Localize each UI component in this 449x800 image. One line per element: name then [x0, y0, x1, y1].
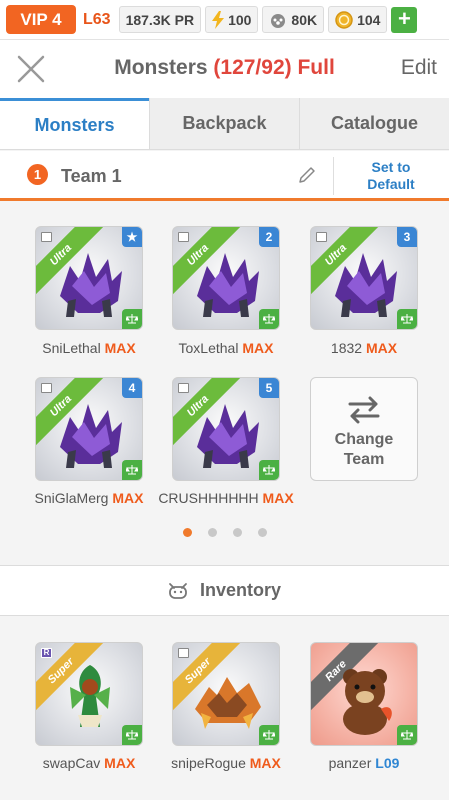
- plant-monster-icon: [70, 665, 110, 727]
- page-dot[interactable]: [182, 528, 192, 537]
- team-number-badge: 1: [27, 164, 48, 185]
- paw-icon: [269, 12, 287, 28]
- monster-level: MAX: [249, 755, 281, 771]
- tab-bar: Monsters Backpack Catalogue: [0, 98, 449, 150]
- page-dot[interactable]: [257, 528, 267, 537]
- monster-count: (127/92) Full: [213, 56, 335, 79]
- monster-name: swapCav: [42, 755, 101, 771]
- page-title-text: Monsters: [114, 56, 208, 79]
- change-team-line2: Team: [343, 451, 385, 468]
- change-team-line1: Change: [334, 431, 394, 448]
- monster-level: MAX: [262, 490, 294, 506]
- dragon-monster-icon: [60, 253, 122, 317]
- title-bar: Monsters (127/92) Full Edit: [0, 40, 449, 98]
- monster-label: SniLethal MAX: [14, 340, 164, 356]
- vip-badge[interactable]: VIP 4: [6, 5, 76, 34]
- change-team-button[interactable]: Change Team: [310, 377, 418, 481]
- coins-pill: 104: [328, 6, 388, 33]
- tab-backpack[interactable]: Backpack: [149, 98, 300, 149]
- fire-beast-icon: [195, 677, 261, 729]
- monster-level: L09: [375, 755, 400, 771]
- monster-name: SniLethal: [42, 340, 101, 356]
- monster-label: 1832 MAX: [289, 340, 439, 356]
- player-level: L63: [83, 10, 111, 28]
- divider: [333, 157, 334, 195]
- monster-name: 1832: [330, 340, 363, 356]
- status-bar: VIP 4 L63 187.3K PR 100 80K 104 +: [0, 0, 449, 40]
- scale-icon: [259, 309, 279, 329]
- monster-level: MAX: [104, 340, 136, 356]
- scale-icon: [122, 309, 142, 329]
- monster-card[interactable]: Ultra 4: [35, 377, 143, 481]
- inventory-label: snipeRogue MAX: [151, 755, 301, 771]
- dragon-monster-icon: [197, 253, 259, 317]
- team-bar: 1 Team 1 Set to Default: [0, 151, 449, 201]
- monster-level: MAX: [112, 490, 144, 506]
- inventory-card[interactable]: Super R: [35, 642, 143, 746]
- page-indicator: [0, 528, 449, 537]
- swap-arrows-icon: [348, 396, 380, 424]
- power-value: 187.3K PR: [125, 11, 195, 28]
- dragon-monster-icon: [335, 253, 397, 317]
- scale-icon: [397, 725, 417, 745]
- page-title: Monsters (127/92) Full: [0, 56, 449, 80]
- pencil-icon[interactable]: [297, 165, 317, 185]
- food-pill: 80K: [262, 6, 325, 33]
- bear-monster-icon: [343, 669, 392, 735]
- monster-level: MAX: [242, 340, 274, 356]
- coin-icon: [335, 10, 353, 29]
- food-value: 80K: [291, 11, 318, 28]
- lightning-icon: [212, 10, 225, 29]
- inventory-header: Inventory: [0, 566, 449, 616]
- scale-icon: [397, 309, 417, 329]
- edit-button[interactable]: Edit: [401, 56, 437, 80]
- page-dot[interactable]: [207, 528, 217, 537]
- inventory-title: Inventory: [199, 580, 282, 600]
- monster-name: SniGlaMerg: [34, 490, 109, 506]
- monster-label: CRUSHHHHHH MAX: [151, 490, 301, 506]
- energy-value: 100: [228, 11, 252, 28]
- scale-icon: [259, 460, 279, 480]
- monster-label: ToxLethal MAX: [151, 340, 301, 356]
- monster-card[interactable]: Ultra ★: [35, 226, 143, 330]
- tab-monsters[interactable]: Monsters: [0, 98, 149, 149]
- dragon-monster-icon: [60, 404, 122, 468]
- scale-icon: [122, 725, 142, 745]
- monster-level: MAX: [365, 340, 398, 356]
- change-team-label: Change Team: [311, 430, 417, 470]
- monster-level: MAX: [104, 755, 136, 771]
- add-currency-button[interactable]: +: [391, 6, 418, 33]
- monster-card[interactable]: Ultra 3: [310, 226, 418, 330]
- set-to-default-button[interactable]: Set to Default: [341, 159, 441, 193]
- set-to-default-line2: Default: [367, 176, 415, 192]
- monster-card[interactable]: Ultra 5: [172, 377, 280, 481]
- monster-name: panzer: [328, 755, 372, 771]
- tab-catalogue[interactable]: Catalogue: [300, 98, 449, 149]
- set-to-default-line1: Set to: [371, 159, 411, 175]
- monster-name: CRUSHHHHHH: [158, 490, 259, 506]
- inventory-card[interactable]: Rare: [310, 642, 418, 746]
- monster-card[interactable]: Ultra 2: [172, 226, 280, 330]
- monster-face-icon: [169, 582, 187, 599]
- monster-name: snipeRogue: [171, 755, 246, 771]
- monster-name: ToxLethal: [178, 340, 239, 356]
- energy-pill: 100: [205, 6, 259, 33]
- team-name: Team 1: [61, 166, 122, 186]
- scale-icon: [122, 460, 142, 480]
- coins-value: 104: [357, 11, 381, 28]
- dragon-monster-icon: [197, 404, 259, 468]
- scale-icon: [259, 725, 279, 745]
- inventory-label: swapCav MAX: [14, 755, 164, 771]
- inventory-card[interactable]: Super: [172, 642, 280, 746]
- page-dot[interactable]: [232, 528, 242, 537]
- inventory-label: panzer L09: [289, 755, 439, 771]
- monster-label: SniGlaMerg MAX: [14, 490, 164, 506]
- power-pill: 187.3K PR: [118, 6, 202, 33]
